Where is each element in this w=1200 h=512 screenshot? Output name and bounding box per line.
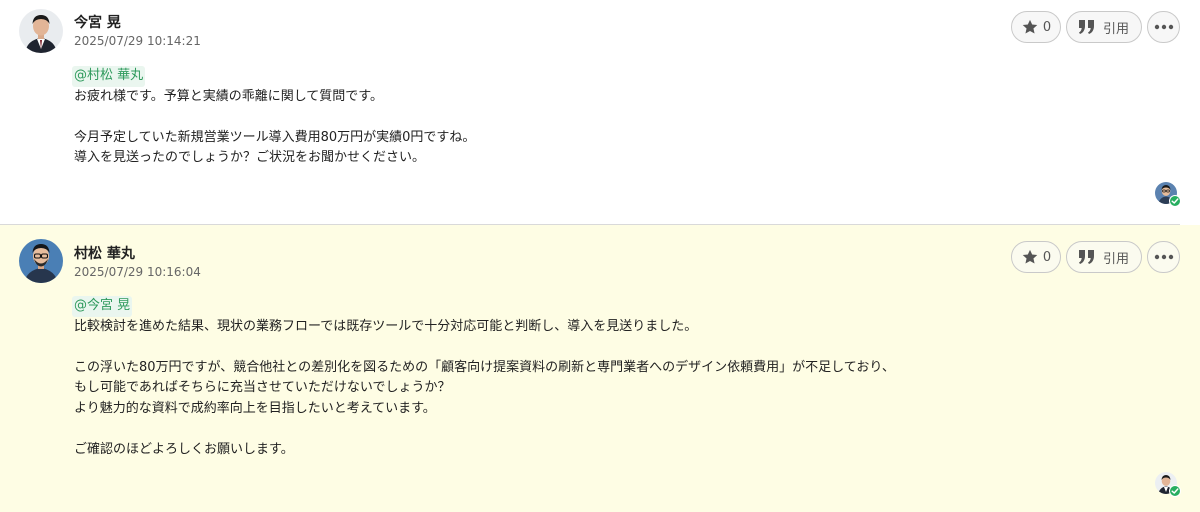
post-body: @今宮 晃 比較検討を進めた結果、現状の業務フローでは既存ツールで十分対応可能と… xyxy=(72,296,895,460)
more-menu-button[interactable] xyxy=(1147,241,1180,273)
more-icon xyxy=(1154,254,1174,260)
star-icon xyxy=(1021,18,1039,36)
comment-thread: 今宮 晃 2025/07/29 10:14:21 0 引用 @村松 華丸 お疲れ… xyxy=(0,0,1200,512)
post-body: @村松 華丸 お疲れ様です。予算と実績の乖離に関して質問です。 今月予定していた… xyxy=(72,66,476,169)
star-count: 0 xyxy=(1042,19,1052,35)
post-actions: 0 引用 xyxy=(1011,11,1180,43)
post-actions: 0 引用 xyxy=(1011,241,1180,273)
comment-post: 今宮 晃 2025/07/29 10:14:21 0 引用 @村松 華丸 お疲れ… xyxy=(0,0,1200,225)
body-line xyxy=(74,337,895,358)
body-line: より魅力的な資料で成約率向上を目指したいと考えています。 xyxy=(74,400,436,416)
read-receipt[interactable] xyxy=(1155,182,1181,207)
body-line: この浮いた80万円ですが、競合他社との差別化を図るための「顧客向け提案資料の刷新… xyxy=(74,359,895,375)
mention-link[interactable]: @村松 華丸 xyxy=(72,66,146,87)
star-icon xyxy=(1021,248,1039,266)
quote-label: 引用 xyxy=(1102,21,1129,37)
body-line: もし可能であればそちらに充当させていただけないでしょうか？ xyxy=(74,380,451,395)
read-receipt[interactable] xyxy=(1155,472,1181,497)
more-icon xyxy=(1154,24,1174,30)
post-timestamp: 2025/07/29 10:14:21 xyxy=(74,34,201,48)
body-line: ご確認のほどよろしくお願いします。 xyxy=(74,441,294,457)
comment-post: 村松 華丸 2025/07/29 10:16:04 0 引用 @今宮 晃 比較検… xyxy=(0,225,1200,512)
author-avatar[interactable] xyxy=(19,239,63,283)
star-count: 0 xyxy=(1042,249,1052,265)
post-timestamp: 2025/07/29 10:16:04 xyxy=(74,265,201,279)
body-line xyxy=(74,419,895,440)
more-menu-button[interactable] xyxy=(1147,11,1180,43)
body-line: 導入を見送ったのでしょうか？ご状況をお聞かせください。 xyxy=(74,150,426,165)
author-name[interactable]: 村松 華丸 xyxy=(74,243,135,263)
quote-label: 引用 xyxy=(1102,251,1129,267)
quote-icon xyxy=(1078,20,1095,34)
body-line: お疲れ様です。予算と実績の乖離に関して質問です。 xyxy=(74,88,384,104)
quote-button[interactable]: 引用 xyxy=(1066,11,1142,43)
body-line: 比較検討を進めた結果、現状の業務フローでは既存ツールで十分対応可能と判断し、導入… xyxy=(74,318,698,334)
star-button[interactable]: 0 xyxy=(1011,11,1061,43)
author-avatar[interactable] xyxy=(19,9,63,53)
check-icon xyxy=(1169,195,1181,207)
body-line: 今月予定していた新規営業ツール導入費用80万円が実績0円ですね。 xyxy=(74,129,476,145)
mention-link[interactable]: @今宮 晃 xyxy=(72,296,133,317)
body-line xyxy=(74,107,475,128)
quote-button[interactable]: 引用 xyxy=(1066,241,1142,273)
check-icon xyxy=(1169,485,1181,497)
star-button[interactable]: 0 xyxy=(1011,241,1061,273)
quote-icon xyxy=(1078,250,1095,264)
author-name[interactable]: 今宮 晃 xyxy=(74,12,121,32)
